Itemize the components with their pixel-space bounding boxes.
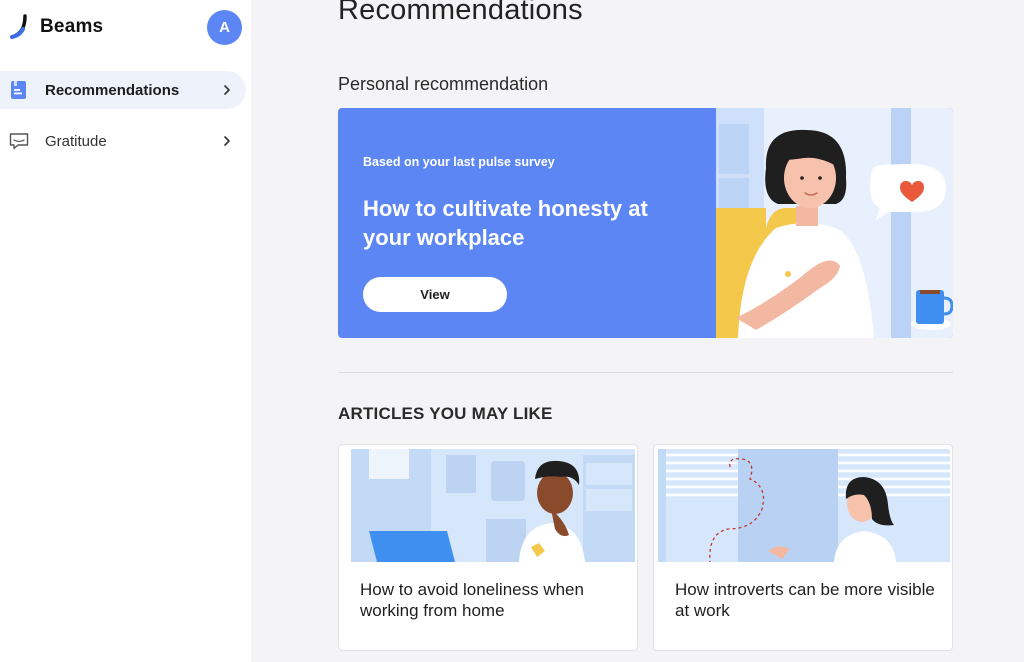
- sidebar-item-recommendations[interactable]: Recommendations: [0, 71, 246, 109]
- brand-name: Beams: [40, 16, 104, 37]
- hero-headline: How to cultivate honesty at your workpla…: [363, 196, 648, 250]
- personal-recommendation-card[interactable]: Based on your last pulse survey How to c…: [338, 108, 953, 338]
- woman-heart-illustration: [716, 108, 953, 338]
- chevron-right-icon: [224, 136, 230, 146]
- article-title: How introverts can be more visible at wo…: [675, 580, 935, 620]
- hero-kicker: Based on your last pulse survey: [363, 155, 555, 169]
- article-card[interactable]: How to avoid loneliness when working fro…: [338, 444, 638, 651]
- man-at-laptop-illustration: [351, 449, 635, 562]
- sidebar-item-gratitude[interactable]: Gratitude: [0, 122, 246, 160]
- avatar[interactable]: A: [207, 10, 242, 45]
- articles-heading: ARTICLES YOU MAY LIKE: [338, 404, 553, 423]
- book-icon: [11, 81, 26, 99]
- sidebar-item-label: Recommendations: [45, 81, 180, 99]
- article-card[interactable]: How introverts can be more visible at wo…: [653, 444, 953, 651]
- introvert-illustration: [658, 449, 950, 562]
- article-title: How to avoid loneliness when working fro…: [360, 580, 584, 620]
- personal-recommendation-heading: Personal recommendation: [338, 74, 549, 94]
- view-button[interactable]: View: [363, 277, 507, 312]
- chevron-right-icon: [224, 85, 230, 95]
- brand[interactable]: Beams: [10, 14, 103, 40]
- beams-logo-icon: [10, 14, 27, 39]
- page-title: Recommendations: [338, 0, 583, 26]
- sidebar: Beams A Recommendations Gratitude: [0, 0, 251, 662]
- message-icon: [9, 133, 29, 150]
- sidebar-item-label: Gratitude: [45, 132, 107, 150]
- divider: [338, 372, 953, 373]
